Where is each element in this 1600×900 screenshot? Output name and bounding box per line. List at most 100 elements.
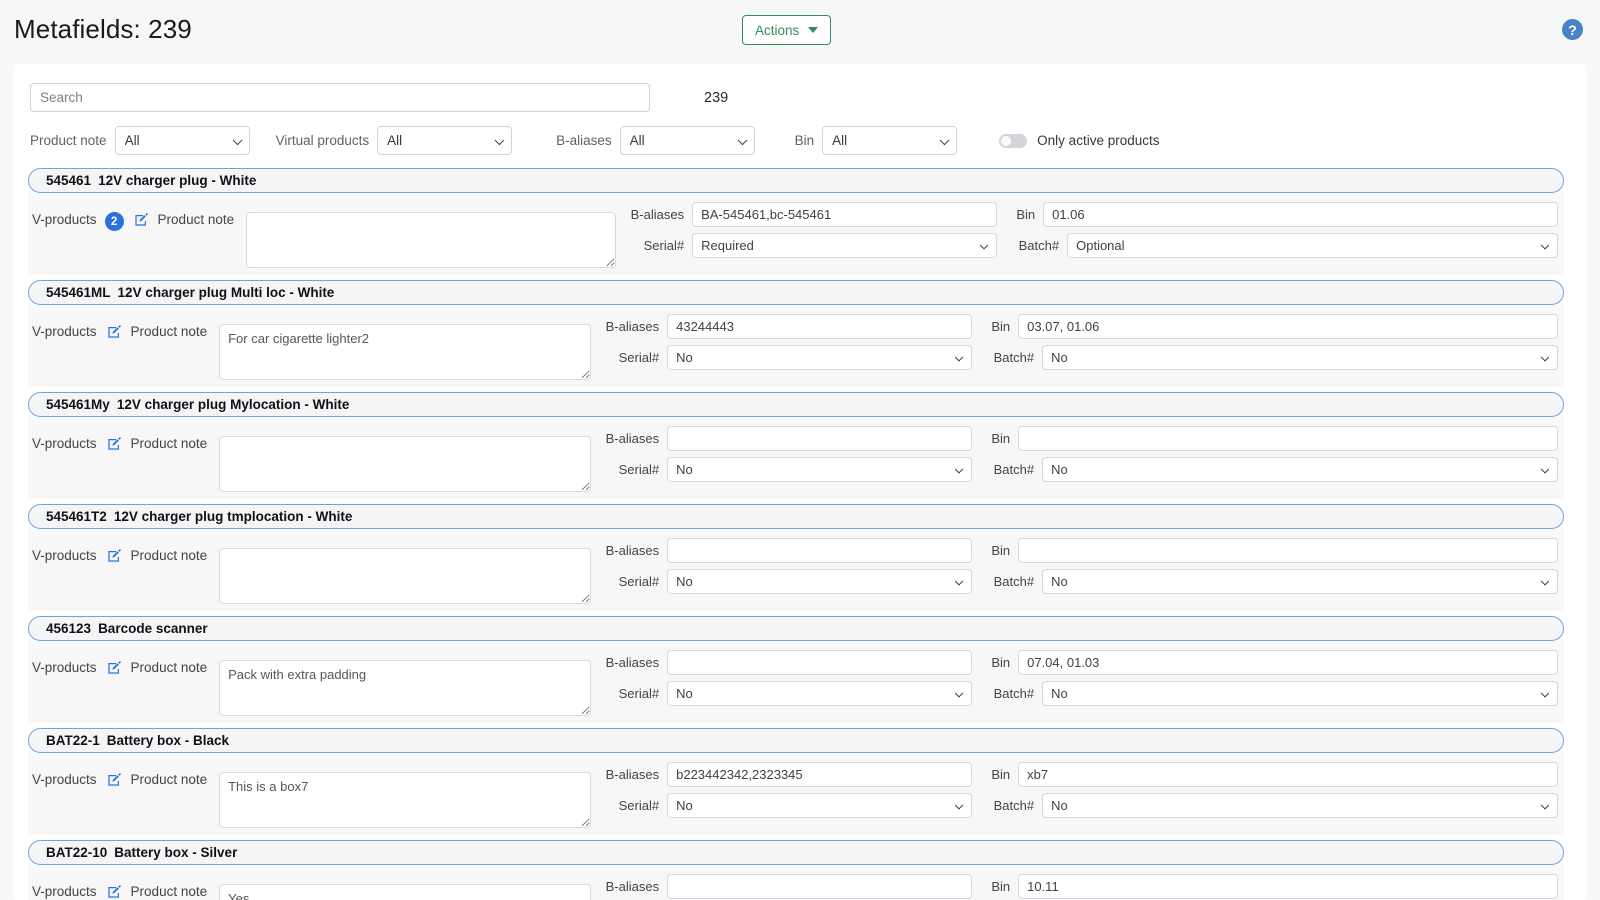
serial-select[interactable]: No: [667, 681, 972, 706]
b-aliases-bin-line: B-aliases Bin: [601, 762, 1558, 787]
product-row-body: V-products Product note B-aliases Bin: [28, 753, 1564, 835]
product-note-textarea[interactable]: [219, 772, 591, 828]
toggle-knob: [1001, 136, 1011, 146]
product-sku: BAT22-10: [46, 845, 107, 860]
bin-input[interactable]: [1018, 874, 1558, 899]
serial-batch-line: Serial# No Batch# No: [601, 569, 1558, 594]
product-note-label: Product note: [131, 884, 208, 899]
batch-label: Batch#: [984, 686, 1034, 701]
serial-batch-line: Serial# No Batch# No: [601, 457, 1558, 482]
product-row-header[interactable]: 456123 Barcode scanner: [28, 616, 1564, 641]
serial-label: Serial#: [601, 798, 659, 813]
product-fields-pane: B-aliases Bin Serial# No Batch# No: [591, 311, 1564, 370]
product-fields-pane: B-aliases Bin Serial# No Batch# No: [591, 647, 1564, 706]
product-note-label: Product note: [131, 772, 208, 787]
product-note-pane: V-products Product note: [28, 759, 591, 828]
only-active-products-toggle[interactable]: [999, 134, 1027, 148]
batch-select[interactable]: Optional: [1067, 233, 1558, 258]
serial-batch-line: Serial# Required Batch# Optional: [626, 233, 1558, 258]
product-row-header[interactable]: 545461T2 12V charger plug tmplocation - …: [28, 504, 1564, 529]
b-aliases-input[interactable]: [667, 650, 972, 675]
product-row-body: V-products Product note B-aliases Bin: [28, 865, 1564, 900]
edit-pencil-icon[interactable]: [107, 548, 122, 563]
edit-pencil-icon[interactable]: [107, 772, 122, 787]
batch-select[interactable]: No: [1042, 457, 1558, 482]
edit-pencil-icon[interactable]: [134, 212, 149, 227]
product-note-textarea[interactable]: [246, 212, 616, 268]
batch-label: Batch#: [984, 350, 1034, 365]
bin-input[interactable]: [1018, 762, 1558, 787]
b-aliases-bin-line: B-aliases Bin: [601, 874, 1558, 899]
bin-label: Bin: [984, 319, 1010, 334]
product-note-pane: V-products Product note: [28, 311, 591, 380]
question-circle-icon[interactable]: ?: [1562, 19, 1583, 40]
bin-input[interactable]: [1043, 202, 1558, 227]
b-aliases-input[interactable]: [667, 314, 972, 339]
product-row-header[interactable]: BAT22-10 Battery box - Silver: [28, 840, 1564, 865]
b-aliases-input[interactable]: [667, 762, 972, 787]
edit-pencil-icon[interactable]: [107, 660, 122, 675]
b-aliases-input[interactable]: [667, 426, 972, 451]
serial-select[interactable]: No: [667, 457, 972, 482]
filter-b-aliases-select[interactable]: All: [620, 126, 755, 155]
product-note-textarea[interactable]: [219, 548, 591, 604]
filter-product-note-select[interactable]: All: [115, 126, 250, 155]
v-products-label: V-products: [32, 324, 97, 339]
product-note-textarea[interactable]: [219, 436, 591, 492]
actions-button-label: Actions: [755, 23, 799, 38]
b-aliases-input[interactable]: [667, 874, 972, 899]
product-note-textarea[interactable]: [219, 660, 591, 716]
bin-label: Bin: [984, 543, 1010, 558]
b-aliases-input[interactable]: [692, 202, 997, 227]
filter-bin-select[interactable]: All: [822, 126, 957, 155]
product-note-textarea[interactable]: [219, 324, 591, 380]
product-row-header[interactable]: 545461ML 12V charger plug Multi loc - Wh…: [28, 280, 1564, 305]
b-aliases-label: B-aliases: [601, 879, 659, 894]
product-row-header[interactable]: 545461 12V charger plug - White: [28, 168, 1564, 193]
serial-batch-line: Serial# No Batch# No: [601, 345, 1558, 370]
product-name: Battery box - Black: [107, 733, 229, 748]
product-fields-pane: B-aliases Bin Serial# No Batch# No: [591, 535, 1564, 594]
serial-select[interactable]: No: [667, 345, 972, 370]
bin-input[interactable]: [1018, 650, 1558, 675]
b-aliases-label: B-aliases: [601, 543, 659, 558]
filter-virtual-products-select[interactable]: All: [377, 126, 512, 155]
actions-button[interactable]: Actions: [742, 15, 831, 45]
product-name: 12V charger plug - White: [98, 173, 256, 188]
b-aliases-label: B-aliases: [601, 767, 659, 782]
batch-label: Batch#: [984, 462, 1034, 477]
product-row-header[interactable]: 545461My 12V charger plug Mylocation - W…: [28, 392, 1564, 417]
serial-select[interactable]: Required: [692, 233, 997, 258]
top-bar: Metafields: 239 Actions ?: [0, 0, 1600, 58]
bin-input[interactable]: [1018, 314, 1558, 339]
edit-pencil-icon[interactable]: [107, 436, 122, 451]
batch-select[interactable]: No: [1042, 793, 1558, 818]
serial-select[interactable]: No: [667, 569, 972, 594]
product-row-header[interactable]: BAT22-1 Battery box - Black: [28, 728, 1564, 753]
edit-pencil-icon[interactable]: [107, 324, 122, 339]
v-products-label: V-products: [32, 548, 97, 563]
serial-batch-line: Serial# No Batch# No: [601, 681, 1558, 706]
b-aliases-label: B-aliases: [626, 207, 684, 222]
product-note-label: Product note: [131, 548, 208, 563]
bin-input[interactable]: [1018, 538, 1558, 563]
batch-select[interactable]: No: [1042, 345, 1558, 370]
bin-label: Bin: [984, 767, 1010, 782]
batch-select[interactable]: No: [1042, 569, 1558, 594]
product-note-textarea[interactable]: [219, 884, 591, 900]
b-aliases-bin-line: B-aliases Bin: [601, 650, 1558, 675]
product-note-pane: V-products Product note: [28, 423, 591, 492]
edit-pencil-icon[interactable]: [107, 884, 122, 899]
b-aliases-input[interactable]: [667, 538, 972, 563]
serial-label: Serial#: [601, 686, 659, 701]
serial-select[interactable]: No: [667, 793, 972, 818]
v-products-count-badge[interactable]: 2: [105, 212, 124, 231]
only-active-products-label: Only active products: [1037, 133, 1159, 148]
batch-select[interactable]: No: [1042, 681, 1558, 706]
product-row-545461My: 545461My 12V charger plug Mylocation - W…: [14, 392, 1586, 504]
search-input[interactable]: [30, 83, 650, 112]
bin-input[interactable]: [1018, 426, 1558, 451]
product-note-pane: V-products 2 Product note: [28, 199, 616, 268]
filter-b-aliases: B-aliases All: [556, 126, 755, 155]
product-note-pane: V-products Product note: [28, 871, 591, 900]
